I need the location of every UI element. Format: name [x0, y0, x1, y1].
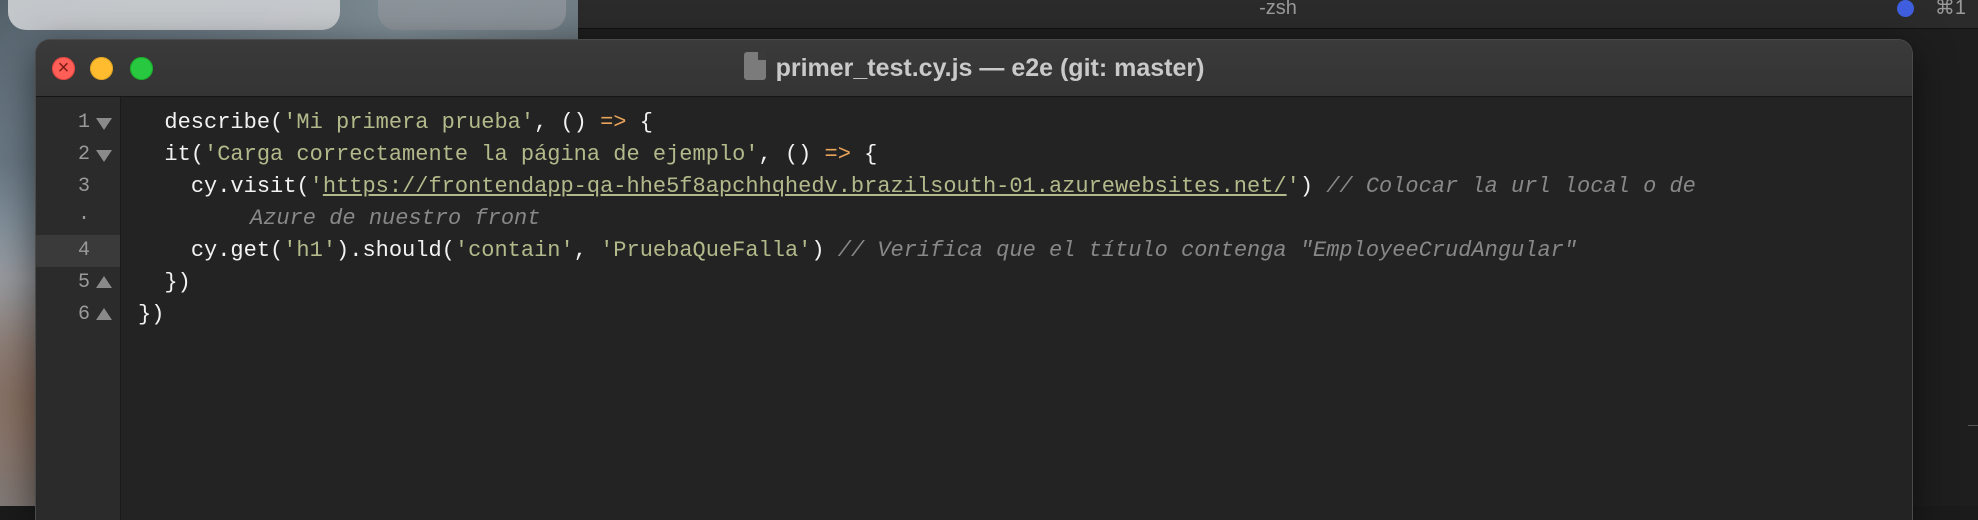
fold-up-icon[interactable]: [96, 276, 112, 288]
code-line-3[interactable]: cy.visit('https://frontendapp-qa-hhe5f8a…: [138, 171, 1696, 203]
gutter-row: 3: [36, 171, 120, 203]
code-comment: // Colocar la url local o de: [1326, 174, 1696, 199]
terminal-shortcut-label: ⌘1: [1934, 0, 1966, 19]
code-token: {: [850, 142, 878, 167]
fold-down-icon[interactable]: [96, 150, 112, 162]
line-number: 4: [77, 239, 90, 262]
string-literal: 'contain': [454, 238, 574, 263]
code-token: , (): [534, 110, 601, 135]
code-token: }): [138, 302, 165, 327]
desktop-window-thumbnail: [8, 0, 340, 30]
code-line-6[interactable]: }): [138, 299, 164, 331]
line-number: 1: [77, 111, 90, 134]
line-number: 6: [77, 303, 90, 326]
code-token: ,: [573, 238, 601, 263]
line-number: 3: [77, 175, 90, 198]
divider: [1968, 425, 1978, 426]
code-line-5[interactable]: }): [138, 267, 191, 299]
string-literal: 'h1': [283, 238, 337, 263]
code-comment: // Verifica que el título contenga "Empl…: [837, 238, 1578, 263]
code-token: cy.get(: [190, 238, 284, 263]
string-quote: ': [309, 174, 323, 199]
terminal-title: -zsh: [1259, 0, 1297, 19]
string-quote: ': [1286, 174, 1300, 199]
code-token: ).should(: [336, 238, 455, 263]
code-line-1[interactable]: describe('Mi primera prueba', () => {: [138, 107, 653, 139]
gutter-row: 6: [36, 299, 120, 331]
code-token: ): [811, 238, 838, 263]
gutter-row: 5: [36, 267, 120, 299]
editor-titlebar[interactable]: primer_test.cy.js — e2e (git: master): [36, 40, 1912, 97]
code-token: }): [164, 270, 191, 295]
wrap-continuation-marker: ·: [77, 207, 90, 230]
code-token: {: [626, 110, 653, 135]
code-token: , (): [758, 142, 825, 167]
code-token: describe(: [164, 110, 284, 135]
code-token: cy.visit(: [190, 174, 310, 199]
code-token: ): [1299, 174, 1327, 199]
line-number: 5: [77, 271, 90, 294]
arrow-operator: =>: [600, 110, 627, 135]
string-literal: 'Carga correctamente la página de ejempl…: [204, 142, 759, 167]
code-line-4[interactable]: cy.get('h1').should('contain', 'PruebaQu…: [138, 235, 1577, 267]
code-line-2[interactable]: it('Carga correctamente la página de eje…: [138, 139, 877, 171]
fold-down-icon[interactable]: [96, 118, 112, 130]
code-editor[interactable]: describe('Mi primera prueba', () => { it…: [120, 97, 1912, 520]
gutter-row-active: 4: [36, 235, 120, 267]
terminal-status-dot-icon: [1897, 0, 1914, 17]
gutter-row: 2: [36, 139, 120, 171]
line-number: 2: [77, 143, 90, 166]
string-literal: 'Mi primera prueba': [283, 110, 535, 135]
string-literal: 'PruebaQueFalla': [600, 238, 812, 263]
line-number-gutter[interactable]: 1 2 3 · 4 5 6: [36, 97, 121, 520]
fold-up-icon[interactable]: [96, 308, 112, 320]
window-title: primer_test.cy.js — e2e (git: master): [775, 54, 1205, 82]
desktop-window-thumbnail: [378, 0, 566, 30]
code-line-3-wrap[interactable]: Azure de nuestro front: [250, 203, 540, 235]
document-icon: [743, 52, 766, 80]
arrow-operator: =>: [824, 142, 851, 167]
gutter-row: 1: [36, 107, 120, 139]
code-comment: Azure de nuestro front: [250, 206, 541, 231]
url-link[interactable]: https://frontendapp-qa-hhe5f8apchhqhedv.…: [323, 174, 1287, 199]
gutter-row: ·: [36, 203, 120, 235]
editor-window[interactable]: primer_test.cy.js — e2e (git: master) 1 …: [36, 40, 1912, 520]
terminal-titlebar[interactable]: -zsh ⌘1: [578, 0, 1978, 29]
code-token: it(: [164, 142, 205, 167]
